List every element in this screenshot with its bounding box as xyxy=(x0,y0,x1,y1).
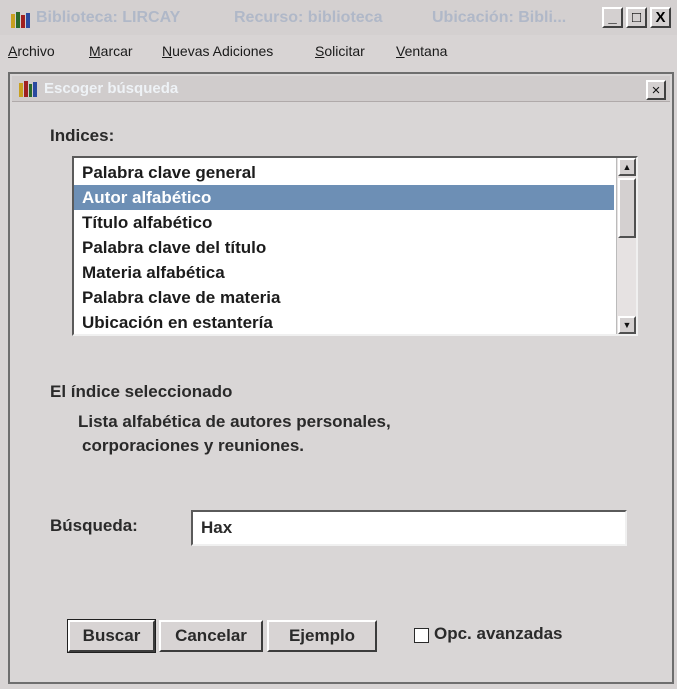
selected-index-label: El índice seleccionado xyxy=(50,382,233,401)
index-option[interactable]: Palabra clave del título xyxy=(74,235,614,260)
indices-list: Palabra clave general Autor alfabético Tít… xyxy=(74,160,614,334)
example-button[interactable]: Ejemplo xyxy=(267,620,377,652)
menu-ventana[interactable]: Ventana xyxy=(396,43,447,59)
choose-search-dialog: Escoger búsqueda × Indices: Palabra clav… xyxy=(8,72,674,684)
search-label: Búsqueda: xyxy=(50,516,138,535)
window-titlebar[interactable]: Biblioteca: LIRCAY Recurso: biblioteca U… xyxy=(0,0,677,35)
minimize-button[interactable]: _ xyxy=(602,7,623,28)
menu-marcar[interactable]: Marcar xyxy=(89,43,133,59)
cancel-button[interactable]: Cancelar xyxy=(159,620,263,652)
maximize-icon: □ xyxy=(631,9,642,26)
dialog-title: Escoger búsqueda xyxy=(44,80,179,97)
index-option[interactable]: Título alfabético xyxy=(74,210,614,235)
app-window: Biblioteca: LIRCAY Recurso: biblioteca U… xyxy=(0,0,677,689)
index-option[interactable]: Palabra clave de materia xyxy=(74,285,614,310)
dialog-close-button[interactable]: × xyxy=(646,80,666,100)
indices-label: Indices: xyxy=(50,126,115,145)
window-title-resource: Recurso: biblioteca xyxy=(234,9,383,26)
index-description-line2: corporaciones y reuniones. xyxy=(82,436,305,455)
index-option[interactable]: Materia alfabética xyxy=(74,260,614,285)
minimize-icon: _ xyxy=(608,9,617,26)
arrow-down-icon: ▼ xyxy=(622,320,632,330)
scrollbar-thumb[interactable] xyxy=(618,178,636,238)
window-title-app: Biblioteca: LIRCAY xyxy=(36,9,181,26)
menu-archivo[interactable]: Archivo xyxy=(8,43,55,59)
menu-bar: Archivo Marcar Nuevas Adiciones Solicita… xyxy=(0,38,677,66)
window-title-location: Ubicación: Bibli... xyxy=(432,9,567,26)
menu-nuevas-adiciones[interactable]: Nuevas Adiciones xyxy=(162,43,273,59)
dialog-titlebar[interactable]: Escoger búsqueda × xyxy=(12,76,670,102)
maximize-button[interactable]: □ xyxy=(626,7,647,28)
arrow-up-icon: ▲ xyxy=(622,162,632,172)
index-option[interactable]: Ubicación en estantería xyxy=(74,310,614,334)
close-icon: × xyxy=(651,81,661,99)
advanced-options-checkbox[interactable] xyxy=(414,628,429,643)
index-description-line1: Lista alfabética de autores personales, xyxy=(78,412,391,431)
listbox-scrollbar[interactable]: ▲ ▼ xyxy=(616,158,636,334)
advanced-options-label[interactable]: Opc. avanzadas xyxy=(434,624,563,644)
library-app-icon xyxy=(11,12,30,28)
scroll-up-button[interactable]: ▲ xyxy=(618,158,636,176)
close-button[interactable]: X xyxy=(650,7,671,28)
scroll-down-button[interactable]: ▼ xyxy=(618,316,636,334)
books-icon xyxy=(19,81,37,97)
search-button[interactable]: Buscar xyxy=(67,619,156,653)
indices-listbox[interactable]: Palabra clave general Autor alfabético Tít… xyxy=(72,156,638,336)
search-input[interactable] xyxy=(191,510,627,546)
menu-solicitar[interactable]: Solicitar xyxy=(315,43,365,59)
index-option[interactable]: Autor alfabético xyxy=(74,185,614,210)
close-icon: X xyxy=(655,9,666,26)
index-option[interactable]: Palabra clave general xyxy=(74,160,614,185)
